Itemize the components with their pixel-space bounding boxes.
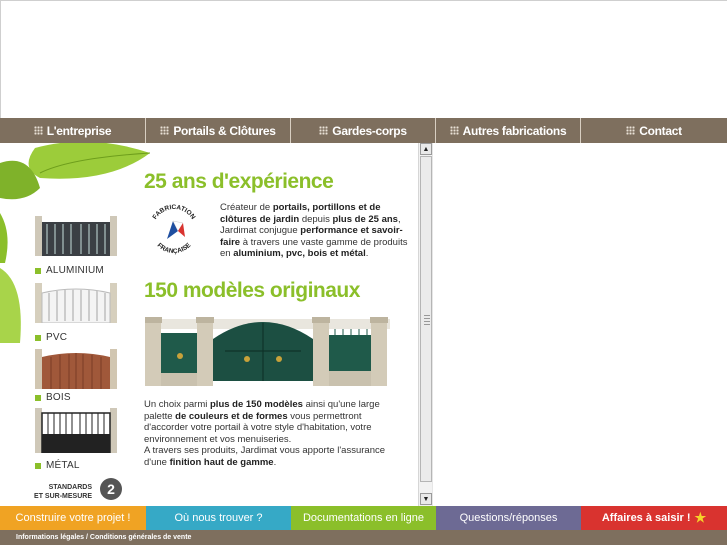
heading-modeles: 150 modèles originaux xyxy=(144,279,360,302)
product-label-text: BOIS xyxy=(46,392,71,403)
standards-line1: STANDARDS xyxy=(48,484,92,491)
top-navigation: L'entreprise Portails & Clôtures Gardes-… xyxy=(0,118,727,143)
nav-label: Contact xyxy=(639,123,682,138)
standards-line2: ET SUR-MESURE xyxy=(34,493,92,500)
nav-item-autres-fabrications[interactable]: Autres fabrications xyxy=(436,118,581,143)
product-label: BOIS xyxy=(35,392,71,403)
nav-item-portails-clotures[interactable]: Portails & Clôtures xyxy=(146,118,291,143)
nav-label: Autres fabrications xyxy=(462,123,567,138)
right-panel xyxy=(432,143,727,506)
main-area: ALUMINIUM PVC BOIS MÉTAL STANDARDS ET SU… xyxy=(0,143,727,506)
bullet-square-icon xyxy=(35,462,41,469)
product-label-text: ALUMINIUM xyxy=(46,265,104,276)
header-banner xyxy=(0,0,727,118)
bottom-nav-label: Questions/réponses xyxy=(459,512,558,524)
svg-text:FRANÇAISE: FRANÇAISE xyxy=(156,241,193,255)
nav-item-contact[interactable]: Contact xyxy=(581,118,727,143)
scroll-thumb[interactable] xyxy=(420,156,432,482)
standards-logo-text: 2 xyxy=(107,481,115,497)
dots-grid-icon xyxy=(626,126,636,135)
gate-pvc-image xyxy=(35,283,117,323)
affaires-a-saisir-button[interactable]: Affaires à saisir ! ★ xyxy=(581,506,727,530)
stamp-text-bottom: FRANÇAISE xyxy=(156,241,193,255)
construire-projet-button[interactable]: Construire votre projet ! xyxy=(0,506,146,530)
intro-paragraph: Créateur de portails, portillons et de c… xyxy=(220,202,408,259)
footer-links[interactable]: Informations légales / Conditions généra… xyxy=(0,530,727,545)
nav-item-entreprise[interactable]: L'entreprise xyxy=(0,118,146,143)
vertical-scrollbar[interactable]: ▲ ▼ xyxy=(418,143,432,506)
dots-grid-icon xyxy=(160,126,170,135)
svg-text:FABRICATION: FABRICATION xyxy=(152,204,197,221)
bullet-square-icon xyxy=(35,334,41,341)
gate-metal-image xyxy=(35,408,117,453)
gate-aluminium-image xyxy=(35,216,117,256)
footer-text[interactable]: Informations légales / Conditions généra… xyxy=(16,534,191,541)
ou-nous-trouver-button[interactable]: Où nous trouver ? xyxy=(146,506,291,530)
star-icon: ★ xyxy=(694,510,707,525)
nav-label: Gardes-corps xyxy=(332,123,407,138)
arrow-up-icon[interactable]: ▲ xyxy=(420,143,432,155)
stamp-text-top: FABRICATION xyxy=(152,204,197,221)
dots-grid-icon xyxy=(449,126,459,135)
bottom-nav-label: Documentations en ligne xyxy=(302,512,425,524)
dots-grid-icon xyxy=(319,126,329,135)
product-label: MÉTAL xyxy=(35,460,80,471)
product-label: PVC xyxy=(35,332,67,343)
standards-label: STANDARDS ET SUR-MESURE xyxy=(32,483,92,501)
nav-item-gardes-corps[interactable]: Gardes-corps xyxy=(291,118,436,143)
bullet-square-icon xyxy=(35,394,41,401)
bottom-nav-label: Construire votre projet ! xyxy=(15,512,131,524)
heading-experience: 25 ans d'expérience xyxy=(144,170,334,193)
bullet-square-icon xyxy=(35,267,41,274)
nav-label: Portails & Clôtures xyxy=(173,123,276,138)
bottom-navigation: Construire votre projet ! Où nous trouve… xyxy=(0,506,727,530)
product-label-text: PVC xyxy=(46,332,68,343)
nav-label: L'entreprise xyxy=(46,123,112,138)
content-frame: ALUMINIUM PVC BOIS MÉTAL STANDARDS ET SU… xyxy=(0,143,432,506)
grip-icon xyxy=(424,315,430,325)
bottom-nav-label: Affaires à saisir ! xyxy=(601,512,691,524)
description-paragraph: Un choix parmi plus de 150 modèles ainsi… xyxy=(144,399,386,468)
questions-reponses-button[interactable]: Questions/réponses xyxy=(436,506,581,530)
product-label: ALUMINIUM xyxy=(35,265,104,276)
gate-hero-image xyxy=(145,317,390,386)
documentations-button[interactable]: Documentations en ligne xyxy=(291,506,436,530)
product-label-text: MÉTAL xyxy=(46,460,80,471)
gate-bois-image xyxy=(35,349,117,389)
bottom-nav-label: Où nous trouver ? xyxy=(174,512,263,524)
dots-grid-icon xyxy=(33,126,43,135)
standards-logo-icon[interactable]: 2 xyxy=(100,478,122,500)
fabrication-francaise-logo: FABRICATION FRANÇAISE xyxy=(152,204,197,255)
arrow-down-icon[interactable]: ▼ xyxy=(420,493,432,505)
